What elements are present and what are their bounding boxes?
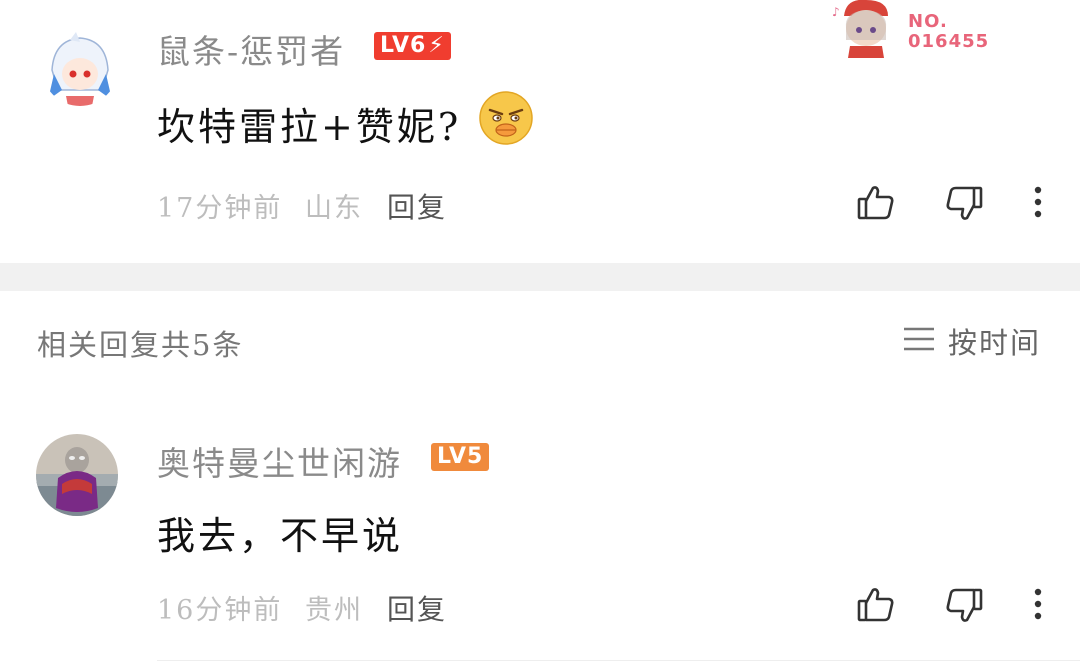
fan-badge: ♪ NO. 016455 bbox=[820, 0, 1010, 58]
fan-badge-number: 016455 bbox=[908, 31, 990, 52]
username[interactable]: 鼠条-惩罚者 bbox=[157, 25, 345, 73]
sort-list-icon bbox=[902, 325, 936, 357]
fan-badge-no-label: NO. bbox=[908, 11, 948, 32]
reply-button[interactable]: 回复 bbox=[387, 186, 447, 226]
location: 山东 bbox=[304, 193, 363, 224]
lightning-icon: ⚡ bbox=[428, 33, 445, 58]
fan-badge-avatar: ♪ bbox=[830, 0, 900, 58]
comment-text: 我去，不早说 bbox=[157, 514, 404, 558]
comment-text-content: 坎特雷拉+赞妮? bbox=[157, 105, 462, 149]
avatar[interactable] bbox=[42, 30, 118, 106]
timestamp: 17分钟前 bbox=[157, 193, 283, 224]
thumbs-down-icon[interactable] bbox=[944, 184, 984, 224]
timestamp: 16分钟前 bbox=[157, 595, 283, 626]
thumbs-down-icon[interactable] bbox=[944, 586, 984, 626]
avatar[interactable] bbox=[36, 434, 118, 516]
level-badge: LV6⚡ bbox=[374, 32, 451, 60]
replies-count-header: 相关回复共5条 bbox=[37, 328, 244, 362]
level-badge-text: LV6 bbox=[380, 33, 427, 58]
emoji-sticker bbox=[478, 90, 534, 148]
reply-button[interactable]: 回复 bbox=[387, 588, 447, 628]
thumbs-up-icon[interactable] bbox=[856, 584, 896, 624]
svg-text:♪: ♪ bbox=[832, 5, 840, 19]
section-divider bbox=[0, 263, 1080, 291]
thumbs-up-icon[interactable] bbox=[856, 182, 896, 222]
comment-meta: 17分钟前 山东 bbox=[157, 186, 363, 225]
bottom-separator bbox=[157, 660, 1080, 661]
more-vertical-icon[interactable] bbox=[1030, 586, 1046, 622]
sort-button[interactable]: 按时间 bbox=[902, 320, 1041, 362]
comment-text: 坎特雷拉+赞妮? bbox=[157, 96, 461, 151]
level-badge: LV5 bbox=[431, 443, 490, 471]
comment-meta: 16分钟前 贵州 bbox=[157, 588, 363, 627]
username[interactable]: 奥特曼尘世闲游 bbox=[157, 437, 402, 485]
more-vertical-icon[interactable] bbox=[1030, 184, 1046, 220]
sort-label: 按时间 bbox=[948, 326, 1042, 360]
location: 贵州 bbox=[304, 595, 363, 626]
